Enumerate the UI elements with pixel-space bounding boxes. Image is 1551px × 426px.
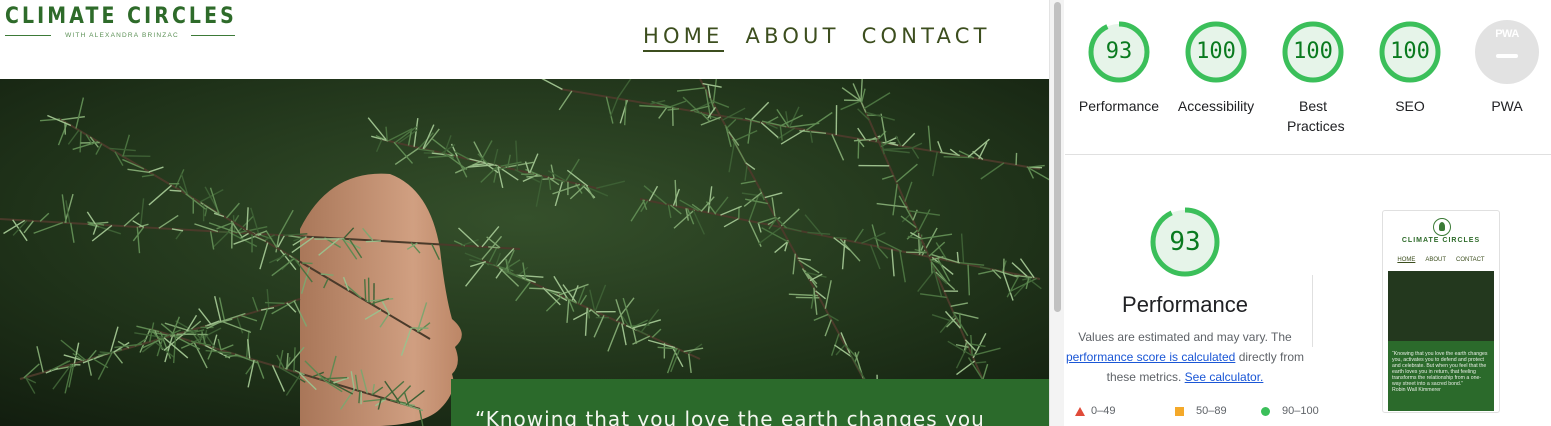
main-nav: HOME ABOUT CONTACT	[643, 22, 991, 52]
legend-average: 50–89	[1175, 405, 1261, 417]
performance-gauge-large: 93	[1149, 206, 1221, 278]
pass-circle-icon	[1261, 406, 1270, 416]
label-best-practices: Best Practices	[1287, 98, 1345, 134]
nav-about[interactable]: ABOUT	[746, 22, 840, 52]
legend-fail: 0–49	[1075, 405, 1175, 417]
score-seo: 100	[1390, 39, 1430, 64]
thumb-quote-box: “Knowing that you love the earth changes…	[1388, 341, 1494, 411]
label-pwa: PWA	[1491, 98, 1523, 114]
average-square-icon	[1175, 406, 1184, 416]
logo-rule-right	[191, 35, 235, 36]
score-performance: 93	[1105, 39, 1133, 64]
pwa-dash	[1496, 54, 1518, 58]
label-accessibility: Accessibility	[1177, 98, 1255, 114]
label-performance: Performance	[1078, 98, 1160, 114]
section-divider	[1065, 154, 1551, 155]
quote-banner: “Knowing that you love the earth changes…	[451, 379, 1049, 426]
thumb-attribution: Robin Wall Kimmerer	[1392, 387, 1441, 393]
legend-average-range: 50–89	[1196, 405, 1227, 417]
performance-score-large: 93	[1169, 227, 1201, 257]
logo-title: CLIMATE CIRCLES	[5, 4, 237, 29]
page-scrollbar[interactable]	[1049, 0, 1064, 426]
legend-pass-range: 90–100	[1282, 405, 1319, 417]
performance-heading: Performance	[1122, 292, 1248, 317]
gauge-best-practices[interactable]: 100 Best Practices	[1263, 20, 1363, 136]
vertical-divider	[1312, 275, 1313, 347]
see-calculator-link[interactable]: See calculator.	[1185, 370, 1264, 384]
lighthouse-report: 93 Performance 100 Accessibility 100 Bes…	[1065, 0, 1551, 426]
legend-pass: 90–100	[1261, 405, 1319, 417]
thumb-nav: HOME ABOUT CONTACT	[1383, 257, 1499, 263]
legend-fail-range: 0–49	[1091, 405, 1116, 417]
logo-subtitle: WITH ALEXANDRA BRINZAC	[65, 32, 179, 39]
hero-quote: “Knowing that you love the earth changes…	[475, 407, 985, 426]
desc-prefix: Values are estimated and may vary. The	[1078, 330, 1292, 344]
thumb-nav-about: ABOUT	[1425, 257, 1447, 263]
hero-image: “Knowing that you love the earth changes…	[0, 79, 1049, 426]
nav-home[interactable]: HOME	[643, 22, 724, 52]
thumb-quote-text: “Knowing that you love the earth changes…	[1392, 351, 1488, 387]
score-legend: 0–49 50–89 90–100	[1075, 405, 1319, 417]
gauge-accessibility[interactable]: 100 Accessibility	[1166, 20, 1266, 116]
thumb-nav-contact: CONTACT	[1456, 257, 1485, 263]
logo-subtitle-row: WITH ALEXANDRA BRINZAC	[5, 31, 237, 40]
thumb-nav-home: HOME	[1397, 257, 1416, 263]
hero-photo	[0, 79, 1049, 426]
score-accessibility: 100	[1196, 39, 1236, 64]
scrollbar-thumb[interactable]	[1054, 2, 1061, 312]
label-seo: SEO	[1395, 98, 1425, 114]
site-logo[interactable]: CLIMATE CIRCLES WITH ALEXANDRA BRINZAC	[5, 4, 237, 40]
website-viewport: CLIMATE CIRCLES WITH ALEXANDRA BRINZAC H…	[0, 0, 1049, 426]
gauge-pwa[interactable]: PWA PWA	[1457, 20, 1551, 116]
pwa-icon: PWA	[1495, 28, 1519, 40]
gauge-performance[interactable]: 93 Performance	[1069, 20, 1169, 116]
score-best-practices: 100	[1293, 39, 1333, 64]
tree-logo-icon	[1433, 218, 1451, 236]
thumb-quote: “Knowing that you love the earth changes…	[1392, 351, 1490, 393]
page-screenshot-thumbnail[interactable]: CLIMATE CIRCLES HOME ABOUT CONTACT “Know…	[1382, 210, 1500, 413]
logo-rule-left	[5, 35, 51, 36]
thumb-title: CLIMATE CIRCLES	[1401, 237, 1481, 244]
performance-description: Values are estimated and may vary. The p…	[1065, 327, 1305, 387]
nav-contact[interactable]: CONTACT	[862, 22, 991, 52]
gauge-seo[interactable]: 100 SEO	[1360, 20, 1460, 116]
thumb-hero: “Knowing that you love the earth changes…	[1388, 271, 1494, 411]
score-calculated-link[interactable]: performance score is calculated	[1066, 350, 1235, 364]
fail-triangle-icon	[1075, 406, 1085, 416]
